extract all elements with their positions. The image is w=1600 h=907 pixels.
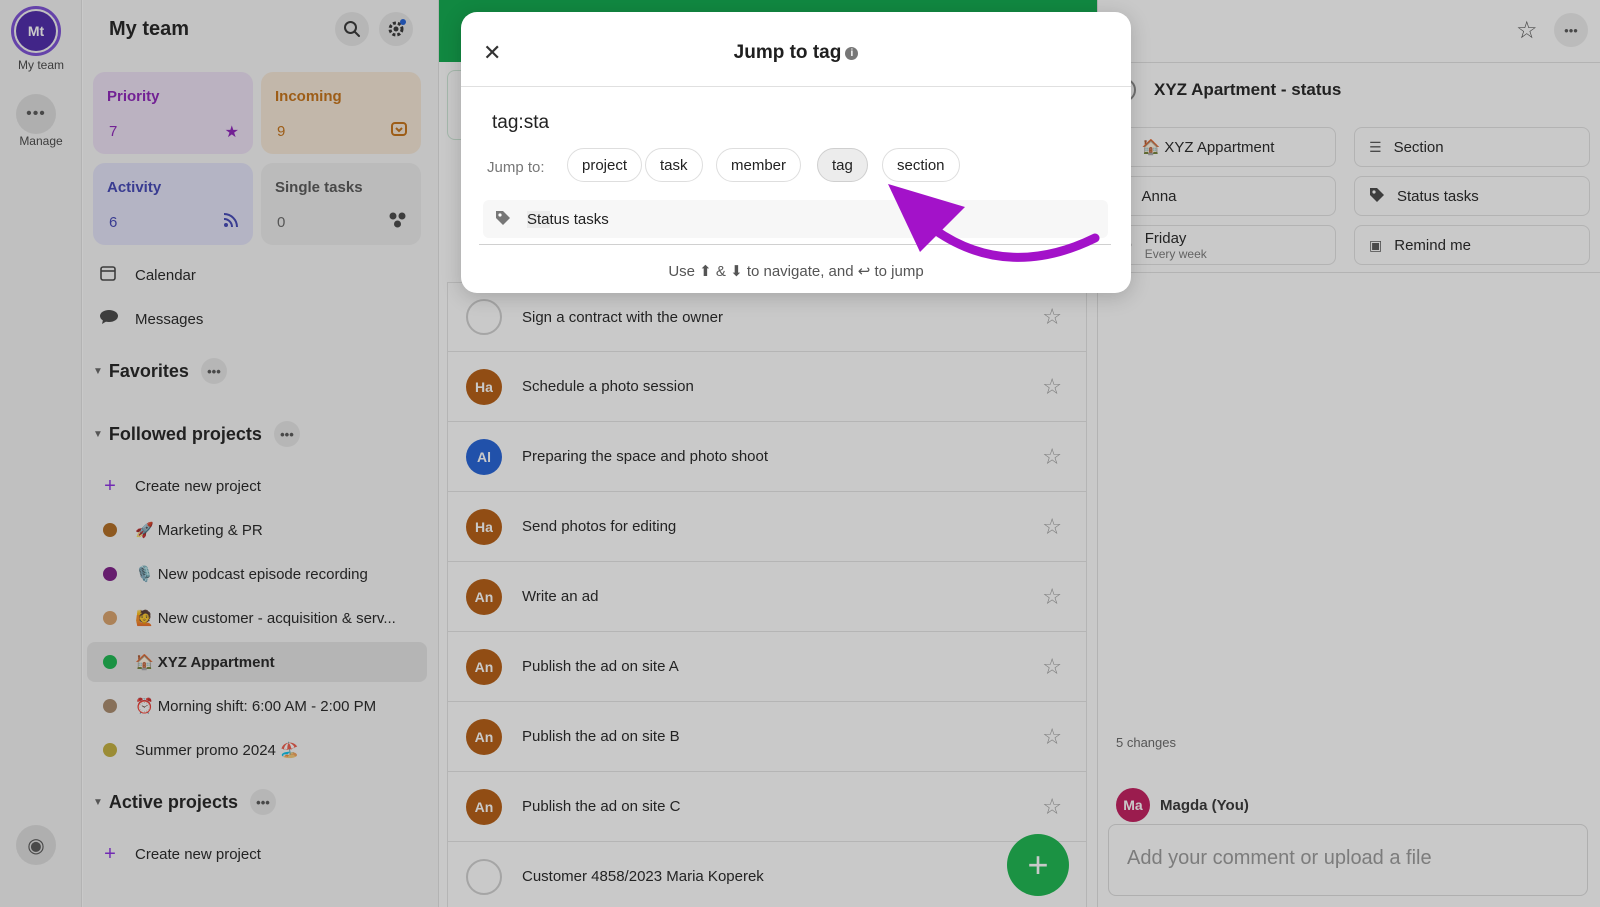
modal-title-text: Jump to tag xyxy=(733,42,842,63)
tag-icon xyxy=(495,210,511,229)
jump-search-input[interactable]: tag:sta xyxy=(492,112,549,134)
filter-pill-member[interactable]: member xyxy=(716,148,802,182)
search-result-item[interactable]: Sta tus tasks xyxy=(483,200,1108,238)
filter-pill-section[interactable]: section xyxy=(882,148,960,182)
filter-pill-task[interactable]: task xyxy=(645,148,703,182)
filter-pill-tag[interactable]: tag xyxy=(817,148,868,182)
jump-to-label: Jump to: xyxy=(487,159,545,176)
modal-title: Jump to tag i xyxy=(461,42,1131,64)
jump-to-modal: ✕ Jump to tag i tag:sta Jump to: project … xyxy=(461,12,1131,293)
filter-pill-project[interactable]: project xyxy=(567,148,643,182)
divider xyxy=(479,244,1111,245)
result-match-text: Sta xyxy=(527,210,550,228)
info-icon[interactable]: i xyxy=(845,47,859,60)
keyboard-hint: Use ⬆ & ⬇ to navigate, and ↩ to jump xyxy=(668,263,924,280)
divider xyxy=(461,86,1131,87)
result-rest-text: tus tasks xyxy=(549,210,609,228)
